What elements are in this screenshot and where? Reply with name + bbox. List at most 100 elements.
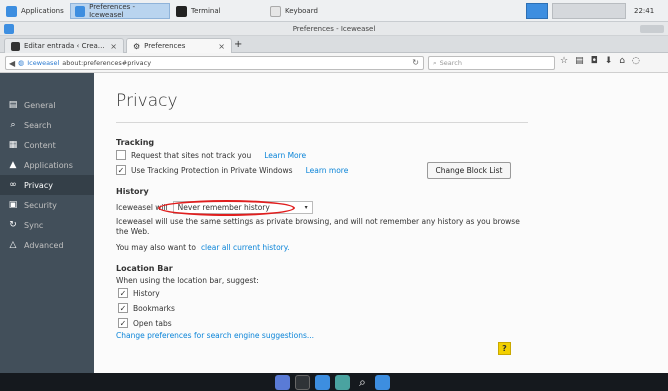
search-suggestions-link[interactable]: Change preferences for search engine sug… (116, 331, 314, 340)
reload-icon[interactable]: ↻ (412, 58, 419, 67)
home-icon[interactable]: ⌂ (619, 56, 625, 66)
applications-menu[interactable]: Applications (2, 3, 68, 19)
system-tray (552, 3, 626, 19)
tracking-protection-learn-more-link[interactable]: Learn more (306, 166, 349, 175)
security-lock-icon: ▣ (8, 200, 18, 210)
sidebar-item-label: Applications (24, 160, 73, 170)
tracking-protection-label[interactable]: Use Tracking Protection in Private Windo… (131, 166, 293, 175)
sidebar-item-label: General (24, 100, 56, 110)
sync-icon: ↻ (9, 220, 17, 230)
taskbar-iceweasel-label: Preferences - Iceweasel (89, 3, 136, 19)
bookmarks-menu-icon[interactable]: ▤ (575, 56, 584, 66)
clock[interactable]: 22:41 (630, 3, 658, 19)
sidebar-item-content[interactable]: ▦ Content (0, 135, 94, 155)
sidebar-item-label: Advanced (24, 240, 64, 250)
suggest-history-label[interactable]: History (133, 289, 160, 298)
sidebar-item-label: Sync (24, 220, 44, 230)
sidebar-item-label: Privacy (24, 180, 53, 190)
help-button[interactable]: ? (498, 342, 511, 355)
new-tab-button[interactable]: + (234, 39, 242, 50)
clock-label: 22:41 (634, 7, 655, 15)
window-controls[interactable] (640, 25, 664, 33)
suggest-bookmarks-checkbox[interactable]: ✓ (118, 303, 128, 313)
tracking-protection-row: ✓ Use Tracking Protection in Private Win… (116, 165, 348, 175)
search-input[interactable]: ⌕ Search (428, 56, 555, 70)
apps-menu-icon (6, 5, 17, 17)
downloads-icon[interactable]: ⬇ (605, 56, 613, 66)
folder-icon[interactable] (375, 374, 390, 390)
sidebar-item-search[interactable]: ⌕ Search (0, 115, 94, 135)
sidebar-item-applications[interactable]: ▲ Applications (0, 155, 94, 175)
terminal-icon[interactable] (295, 374, 310, 390)
taskbar-iceweasel[interactable]: Preferences - Iceweasel (70, 3, 170, 19)
tab-label: Preferences (144, 42, 186, 50)
tab-close-icon[interactable]: × (218, 42, 225, 51)
tab-editar-entrada[interactable]: Editar entrada ‹ Crea… × (4, 38, 124, 53)
pocket-icon[interactable]: ◘ (591, 56, 598, 66)
browser-icon[interactable] (335, 374, 350, 390)
url-bar[interactable]: ◀ ◍ Iceweasel about:preferences#privacy … (5, 56, 424, 70)
page-title: Privacy (116, 91, 178, 111)
location-bar-heading: Location Bar (116, 264, 173, 273)
suggest-open-tabs-row: ✓ Open tabs (118, 318, 172, 328)
search-icon: ⌕ (10, 120, 16, 130)
workspace-icon[interactable] (275, 374, 290, 390)
title-divider (116, 122, 528, 123)
location-bar-subheading-row: When using the location bar, suggest: (116, 276, 259, 285)
taskbar-keyboard-label: Keyboard (285, 7, 318, 15)
taskbar-keyboard[interactable]: Keyboard (266, 3, 322, 19)
navigation-bar: ◀ ◍ Iceweasel about:preferences#privacy … (0, 53, 668, 73)
back-arrow-icon[interactable]: ◀ (9, 59, 15, 68)
suggest-history-row: ✓ History (118, 288, 160, 298)
window-icon (4, 24, 14, 34)
tab-label: Editar entrada ‹ Crea… (24, 42, 105, 50)
tracking-protection-checkbox[interactable]: ✓ (116, 165, 126, 175)
clear-history-row: You may also want to clear all current h… (116, 243, 290, 252)
search-placeholder: Search (439, 59, 462, 67)
clear-history-prefix: You may also want to (116, 243, 196, 252)
tab-close-icon[interactable]: × (110, 42, 117, 51)
sidebar-item-label: Content (24, 140, 56, 150)
clear-history-link[interactable]: clear all current history. (201, 243, 290, 252)
search-engine-icon[interactable]: ⌕ (433, 59, 437, 68)
gear-icon: ⚙ (133, 41, 141, 51)
search-suggestions-row: Change preferences for search engine sug… (116, 331, 314, 340)
url-path: about:preferences#privacy (62, 59, 152, 67)
tab-preferences[interactable]: ⚙ Preferences × (126, 38, 232, 53)
dock: ⌕ (275, 373, 390, 391)
tab-bar: Editar entrada ‹ Crea… × ⚙ Preferences ×… (0, 36, 668, 53)
suggest-open-tabs-checkbox[interactable]: ✓ (118, 318, 128, 328)
window-title: Preferences - Iceweasel (292, 25, 376, 33)
location-bar-subheading: When using the location bar, suggest: (116, 276, 259, 285)
url-identity: Iceweasel (27, 59, 60, 67)
dropdown-arrow-icon: ▾ (304, 204, 308, 211)
site-identity-icon[interactable]: ◍ (18, 59, 24, 67)
sidebar-item-general[interactable]: ▤ General (0, 95, 94, 115)
suggest-open-tabs-label[interactable]: Open tabs (133, 319, 172, 328)
search-icon[interactable]: ⌕ (355, 375, 370, 390)
preferences-sidebar: ▤ General ⌕ Search ▦ Content ▲ Applicati… (0, 73, 94, 373)
window-titlebar: Preferences - Iceweasel (0, 22, 668, 36)
suggest-history-checkbox[interactable]: ✓ (118, 288, 128, 298)
dnt-row: Request that sites not track you Learn M… (116, 150, 306, 160)
sidebar-item-advanced[interactable]: △ Advanced (0, 235, 94, 255)
dnt-checkbox[interactable] (116, 150, 126, 160)
general-icon: ▤ (8, 100, 18, 110)
files-icon[interactable] (315, 374, 330, 390)
sync-icon[interactable]: ◌ (632, 56, 640, 66)
workspace-switcher[interactable] (526, 3, 548, 19)
taskbar-terminal[interactable]: Terminal (172, 3, 225, 19)
sidebar-item-label: Security (24, 200, 57, 210)
sidebar-item-privacy[interactable]: ∞ Privacy (0, 175, 94, 195)
sidebar-item-sync[interactable]: ↻ Sync (0, 215, 94, 235)
bookmark-star-icon[interactable]: ☆ (560, 56, 568, 66)
sidebar-item-security[interactable]: ▣ Security (0, 195, 94, 215)
dnt-label[interactable]: Request that sites not track you (131, 151, 251, 160)
iceweasel-icon (75, 5, 86, 17)
dnt-learn-more-link[interactable]: Learn More (264, 151, 306, 160)
change-block-list-button[interactable]: Change Block List (427, 162, 511, 179)
suggest-bookmarks-label[interactable]: Bookmarks (133, 304, 175, 313)
sidebar-item-label: Search (24, 120, 52, 130)
keyboard-icon (270, 5, 281, 17)
annotation-red-circle (158, 200, 295, 216)
